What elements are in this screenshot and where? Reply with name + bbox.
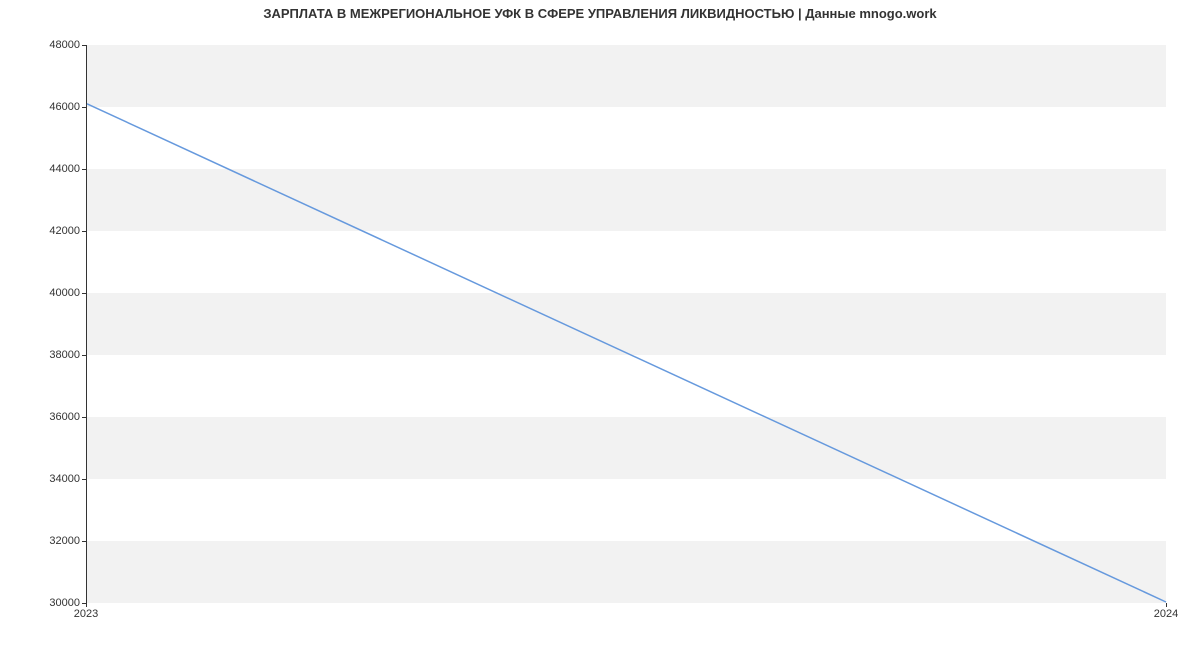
y-tick-mark <box>82 231 86 232</box>
y-tick-mark <box>82 169 86 170</box>
y-tick-label: 40000 <box>10 287 80 299</box>
data-line <box>87 45 1166 602</box>
y-tick-mark <box>82 45 86 46</box>
y-tick-label: 46000 <box>10 101 80 113</box>
y-tick-label: 42000 <box>10 225 80 237</box>
y-tick-label: 30000 <box>10 597 80 609</box>
y-tick-label: 48000 <box>10 39 80 51</box>
x-tick-mark <box>86 603 87 607</box>
y-tick-label: 36000 <box>10 411 80 423</box>
y-tick-mark <box>82 293 86 294</box>
y-tick-mark <box>82 541 86 542</box>
plot-area <box>86 45 1166 603</box>
y-tick-mark <box>82 417 86 418</box>
x-tick-label: 2023 <box>74 608 98 620</box>
y-tick-mark <box>82 479 86 480</box>
x-tick-mark <box>1166 603 1167 607</box>
chart-title: ЗАРПЛАТА В МЕЖРЕГИОНАЛЬНОЕ УФК В СФЕРЕ У… <box>0 6 1200 21</box>
y-tick-label: 34000 <box>10 473 80 485</box>
y-tick-mark <box>82 107 86 108</box>
y-tick-mark <box>82 355 86 356</box>
x-tick-label: 2024 <box>1154 608 1178 620</box>
y-tick-label: 44000 <box>10 163 80 175</box>
y-tick-label: 32000 <box>10 535 80 547</box>
y-tick-label: 38000 <box>10 349 80 361</box>
